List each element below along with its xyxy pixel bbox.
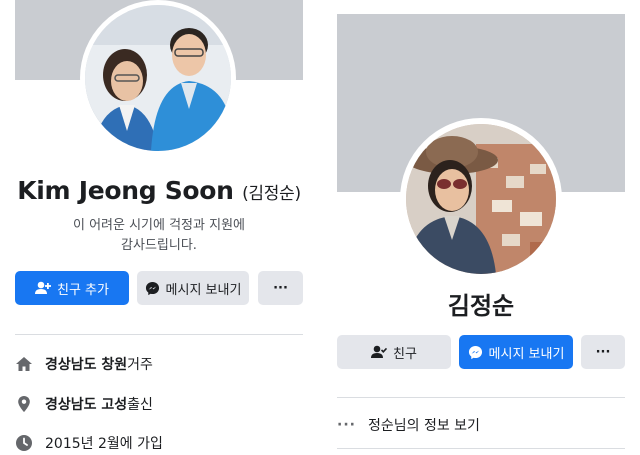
hometown-text: 출신 — [127, 397, 153, 413]
hometown-place: 경상남도 고성 — [45, 397, 128, 413]
profile-bio: 이 어려운 시기에 걱정과 지원에 감사드립니다. — [0, 216, 318, 256]
profile-avatar[interactable] — [80, 0, 236, 156]
more-dots-icon: ··· — [337, 417, 356, 433]
friend-check-icon — [371, 345, 388, 358]
profile-name-text: Kim Jeong Soon — [17, 176, 234, 205]
more-options-icon: ··· — [595, 344, 611, 360]
divider — [337, 397, 625, 398]
friend-label: 친구 — [393, 346, 417, 362]
info-row-residence: 경상남도 창원 거주 — [15, 353, 153, 375]
friend-button[interactable]: 친구 — [337, 335, 451, 369]
residence-text: 거주 — [127, 357, 153, 373]
location-pin-icon — [15, 395, 33, 413]
more-options-button[interactable]: ··· — [258, 271, 303, 305]
joined-text: 2015년 2월에 가입 — [45, 436, 163, 452]
home-icon — [15, 355, 33, 373]
info-row-joined: 2015년 2월에 가입 — [15, 432, 163, 454]
divider — [15, 334, 303, 335]
message-button[interactable]: 메시지 보내기 — [459, 335, 573, 369]
add-friend-button[interactable]: 친구 추가 — [15, 271, 129, 305]
messenger-icon — [145, 281, 159, 295]
profile-panel-right: 김정순 친구 메시지 보내기 ··· ··· 정순님의 정보 보기 — [322, 0, 640, 455]
profile-name: 김정순 — [447, 292, 515, 320]
more-options-button[interactable]: ··· — [581, 335, 625, 369]
messenger-icon — [468, 345, 482, 359]
message-label: 메시지 보내기 — [165, 282, 242, 298]
message-button[interactable]: 메시지 보내기 — [137, 271, 249, 305]
clock-icon — [15, 434, 33, 452]
add-friend-label: 친구 추가 — [57, 282, 109, 298]
profile-name: Kim Jeong Soon (김정순) — [0, 176, 318, 205]
profile-panel-left: Kim Jeong Soon (김정순) 이 어려운 시기에 걱정과 지원에 감… — [0, 0, 318, 455]
avatar-photo — [85, 5, 231, 151]
info-row-hometown: 경상남도 고성 출신 — [15, 393, 153, 415]
see-about-info-link[interactable]: ··· 정순님의 정보 보기 — [337, 415, 480, 435]
profile-alt-name: (김정순) — [242, 184, 301, 204]
avatar-photo — [406, 124, 556, 274]
bio-line-2: 감사드립니다. — [121, 238, 197, 253]
see-about-info-label: 정순님의 정보 보기 — [367, 418, 480, 434]
more-options-icon: ··· — [273, 280, 288, 296]
add-friend-icon — [35, 281, 51, 294]
profile-avatar[interactable] — [400, 118, 562, 280]
residence-place: 경상남도 창원 — [45, 357, 128, 373]
divider — [337, 448, 625, 449]
message-label: 메시지 보내기 — [488, 346, 565, 362]
bio-line-1: 이 어려운 시기에 걱정과 지원에 — [72, 218, 245, 233]
